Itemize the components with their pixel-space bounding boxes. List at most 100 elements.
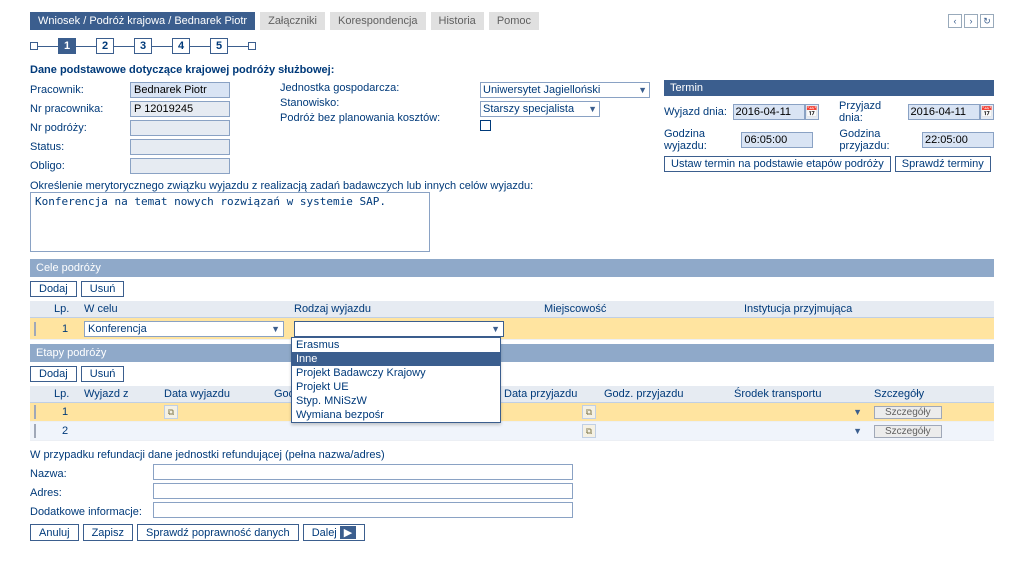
cele-col-wcelu: W celu bbox=[80, 301, 290, 318]
tab-history[interactable]: Historia bbox=[431, 12, 484, 30]
refund-dod-label: Dodatkowe informacje: bbox=[30, 506, 150, 518]
etapy-row-1[interactable]: 1 ⧉ ⧉ ▼ Szczegóły bbox=[30, 403, 994, 422]
et-row2-szcz-button[interactable]: Szczegóły bbox=[874, 425, 942, 438]
etapy-header: Etapy podróży bbox=[30, 344, 994, 362]
refund-nazwa-input[interactable] bbox=[153, 464, 573, 480]
dd-opt-wymiana[interactable]: Wymiana bezpośr bbox=[292, 408, 500, 422]
tab-attachments[interactable]: Załączniki bbox=[260, 12, 325, 30]
basic-section-title: Dane podstawowe dotyczące krajowej podró… bbox=[30, 64, 994, 76]
pager-prev-icon: ‹ bbox=[954, 16, 957, 26]
et-row1-helper1-icon[interactable]: ⧉ bbox=[164, 405, 178, 419]
jednostka-dropdown[interactable]: Uniwersytet Jagielloński ▼ bbox=[480, 82, 650, 98]
top-tab-strip: Wniosek / Podróż krajowa / Bednarek Piot… bbox=[30, 12, 994, 30]
godz-pr-label: Godzina przyjazdu: bbox=[839, 128, 922, 152]
cele-wcelu-value: Konferencja bbox=[88, 323, 147, 335]
tab-korespond[interactable]: Korespondencja bbox=[330, 12, 426, 30]
arrow-right-icon: ▶ bbox=[340, 526, 356, 539]
pracownik-input[interactable] bbox=[130, 82, 230, 98]
refund-adres-label: Adres: bbox=[30, 487, 150, 499]
status-label: Status: bbox=[30, 141, 130, 153]
dd-opt-projekt-ue[interactable]: Projekt UE bbox=[292, 380, 500, 394]
wyjazd-cal-button[interactable]: 📅 bbox=[805, 104, 819, 120]
et-row1-helper2-icon[interactable]: ⧉ bbox=[582, 405, 596, 419]
cele-add-button[interactable]: Dodaj bbox=[30, 281, 77, 297]
et-row1-szcz-button[interactable]: Szczegóły bbox=[874, 406, 942, 419]
step-4[interactable]: 4 bbox=[172, 38, 190, 54]
tab-help[interactable]: Pomoc bbox=[489, 12, 539, 30]
et-row1-transport-dd[interactable]: ▼ bbox=[849, 407, 866, 417]
refund-adres-input[interactable] bbox=[153, 483, 573, 499]
cele-wcelu-dropdown[interactable]: Konferencja ▼ bbox=[84, 321, 284, 337]
cele-row-1-checkbox[interactable] bbox=[34, 322, 36, 336]
dalej-label: Dalej bbox=[312, 527, 337, 539]
tab-breadcrumb[interactable]: Wniosek / Podróż krajowa / Bednarek Piot… bbox=[30, 12, 255, 30]
godz-wy-label: Godzina wyjazdu: bbox=[664, 128, 741, 152]
stanowisko-value: Starszy specjalista bbox=[483, 103, 574, 115]
pager-next[interactable]: › bbox=[964, 14, 978, 28]
et-row2-lp: 2 bbox=[50, 422, 80, 441]
et-col-wyjazdz: Wyjazd z bbox=[80, 386, 160, 403]
etapy-table: Lp. Wyjazd z Data wyjazdu Godz. wyjazdu … bbox=[30, 386, 994, 441]
step-1[interactable]: 1 bbox=[58, 38, 76, 54]
przyjazd-date-input[interactable] bbox=[908, 104, 980, 120]
et-row1-chk[interactable] bbox=[34, 405, 36, 419]
etapy-row-2[interactable]: 2 ⧉ ▼ Szczegóły bbox=[30, 422, 994, 441]
ustaw-termin-button[interactable]: Ustaw termin na podstawie etapów podróży bbox=[664, 156, 891, 172]
stanowisko-dropdown[interactable]: Starszy specjalista ▼ bbox=[480, 101, 600, 117]
godz-wy-input[interactable] bbox=[741, 132, 813, 148]
tab-help-label: Pomoc bbox=[497, 15, 531, 27]
dd-opt-erasmus[interactable]: Erasmus bbox=[292, 338, 500, 352]
cele-rodzaj-dropdown[interactable]: ▼ bbox=[294, 321, 504, 337]
chevron-down-icon: ▼ bbox=[588, 104, 597, 114]
nrpodrozy-label: Nr podróży: bbox=[30, 122, 130, 134]
chevron-down-icon: ▼ bbox=[271, 324, 280, 334]
rodzaj-dropdown-open[interactable]: Erasmus Inne Projekt Badawczy Krajowy Pr… bbox=[291, 337, 501, 423]
cele-row-1-lp: 1 bbox=[50, 318, 80, 340]
refund-nazwa-label: Nazwa: bbox=[30, 468, 150, 480]
obligo-label: Obligo: bbox=[30, 160, 130, 172]
etapy-add-button[interactable]: Dodaj bbox=[30, 366, 77, 382]
meryt-label: Określenie merytorycznego związku wyjazd… bbox=[30, 180, 994, 192]
obligo-input[interactable] bbox=[130, 158, 230, 174]
step-bar: 1 2 3 4 5 bbox=[30, 38, 994, 54]
et-row2-chk[interactable] bbox=[34, 424, 36, 438]
step-2[interactable]: 2 bbox=[96, 38, 114, 54]
et-row2-helper-icon[interactable]: ⧉ bbox=[582, 424, 596, 438]
wyjazd-dnia-label: Wyjazd dnia: bbox=[664, 106, 733, 118]
dalej-button[interactable]: Dalej ▶ bbox=[303, 524, 366, 541]
bezplan-checkbox[interactable] bbox=[480, 120, 491, 131]
sprawdz-terminy-button[interactable]: Sprawdź terminy bbox=[895, 156, 991, 172]
cele-del-button[interactable]: Usuń bbox=[81, 281, 125, 297]
refund-dod-input[interactable] bbox=[153, 502, 573, 518]
sprawdz-dane-button[interactable]: Sprawdź poprawność danych bbox=[137, 524, 299, 541]
et-col-lp: Lp. bbox=[50, 386, 80, 403]
pager-prev[interactable]: ‹ bbox=[948, 14, 962, 28]
wyjazd-date-input[interactable] bbox=[733, 104, 805, 120]
dd-opt-projekt-krajowy[interactable]: Projekt Badawczy Krajowy bbox=[292, 366, 500, 380]
cele-table: Lp. W celu Rodzaj wyjazdu Miejscowość In… bbox=[30, 301, 994, 340]
nrprac-label: Nr pracownika: bbox=[30, 103, 130, 115]
nrpodrozy-input[interactable] bbox=[130, 120, 230, 136]
et-col-godzprz: Godz. przyjazdu bbox=[600, 386, 730, 403]
dd-opt-styp[interactable]: Styp. MNiSzW bbox=[292, 394, 500, 408]
zapisz-button[interactable]: Zapisz bbox=[83, 524, 133, 541]
anuluj-button[interactable]: Anuluj bbox=[30, 524, 79, 541]
cele-header: Cele podróży bbox=[30, 259, 994, 277]
step-5[interactable]: 5 bbox=[210, 38, 228, 54]
cele-col-rodzaj: Rodzaj wyjazdu bbox=[290, 301, 540, 318]
przyjazd-cal-button[interactable]: 📅 bbox=[980, 104, 994, 120]
godz-pr-input[interactable] bbox=[922, 132, 994, 148]
pager-refresh-icon: ↻ bbox=[983, 16, 991, 27]
status-input[interactable] bbox=[130, 139, 230, 155]
etapy-del-button[interactable]: Usuń bbox=[81, 366, 125, 382]
step-3[interactable]: 3 bbox=[134, 38, 152, 54]
dd-opt-inne[interactable]: Inne bbox=[292, 352, 500, 366]
pager: ‹ › ↻ bbox=[948, 14, 994, 28]
meryt-textarea[interactable]: Konferencja na temat nowych rozwiązań w … bbox=[30, 192, 430, 252]
nrprac-input[interactable] bbox=[130, 101, 230, 117]
cele-row-1[interactable]: 1 Konferencja ▼ ▼ bbox=[30, 318, 994, 340]
termin-panel: Termin Wyjazd dnia: 📅 Przyjazd dnia: 📅 G… bbox=[664, 80, 994, 176]
pager-refresh[interactable]: ↻ bbox=[980, 14, 994, 28]
et-row2-transport-dd[interactable]: ▼ bbox=[849, 426, 866, 436]
bezplan-label: Podróż bez planowania kosztów: bbox=[280, 112, 460, 124]
